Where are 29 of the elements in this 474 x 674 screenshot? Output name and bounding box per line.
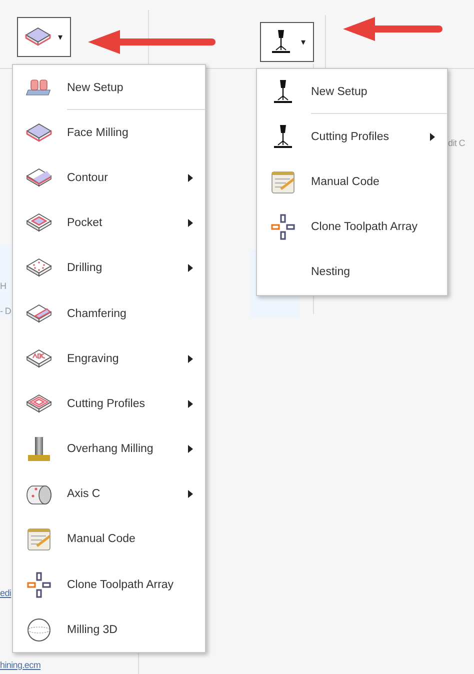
- file-link[interactable]: hining.ecm: [0, 660, 41, 670]
- squares-icon: [25, 570, 53, 599]
- tool-icon: [25, 435, 53, 464]
- menu-item[interactable]: Engraving: [13, 336, 205, 382]
- background-text: - D: [0, 306, 12, 316]
- dropdown-button[interactable]: ▾: [17, 17, 71, 57]
- sphere-icon: [25, 616, 53, 644]
- dropdown-button[interactable]: ▾: [260, 22, 314, 62]
- menu-item[interactable]: Pocket: [13, 200, 205, 246]
- menu-item[interactable]: Clone Toolpath Array: [257, 204, 447, 250]
- menu-item[interactable]: Face Milling: [13, 110, 205, 156]
- menu-item[interactable]: Milling 3D: [13, 607, 205, 652]
- squares-icon: [269, 213, 297, 242]
- menu-item[interactable]: Nesting: [257, 250, 447, 295]
- file-link[interactable]: edi: [0, 588, 12, 598]
- background-text: dit C: [448, 138, 466, 148]
- menu-item[interactable]: Manual Code: [13, 516, 205, 562]
- menu-item[interactable]: Clone Toolpath Array: [13, 562, 205, 608]
- menu-item[interactable]: Cutting Profiles: [257, 114, 447, 160]
- menu-item[interactable]: New Setup: [257, 69, 447, 114]
- menu-item[interactable]: Cutting Profiles: [13, 381, 205, 426]
- background-text: H: [0, 281, 6, 291]
- menu-item[interactable]: New Setup: [13, 65, 205, 110]
- menu-item[interactable]: Contour: [13, 155, 205, 201]
- menu-item[interactable]: Chamfering: [13, 290, 205, 336]
- menu-item[interactable]: Overhang Milling: [13, 426, 205, 472]
- menu-item[interactable]: Axis C: [13, 472, 205, 517]
- menu-item[interactable]: Manual Code: [257, 159, 447, 205]
- menu-item[interactable]: Drilling: [13, 246, 205, 291]
